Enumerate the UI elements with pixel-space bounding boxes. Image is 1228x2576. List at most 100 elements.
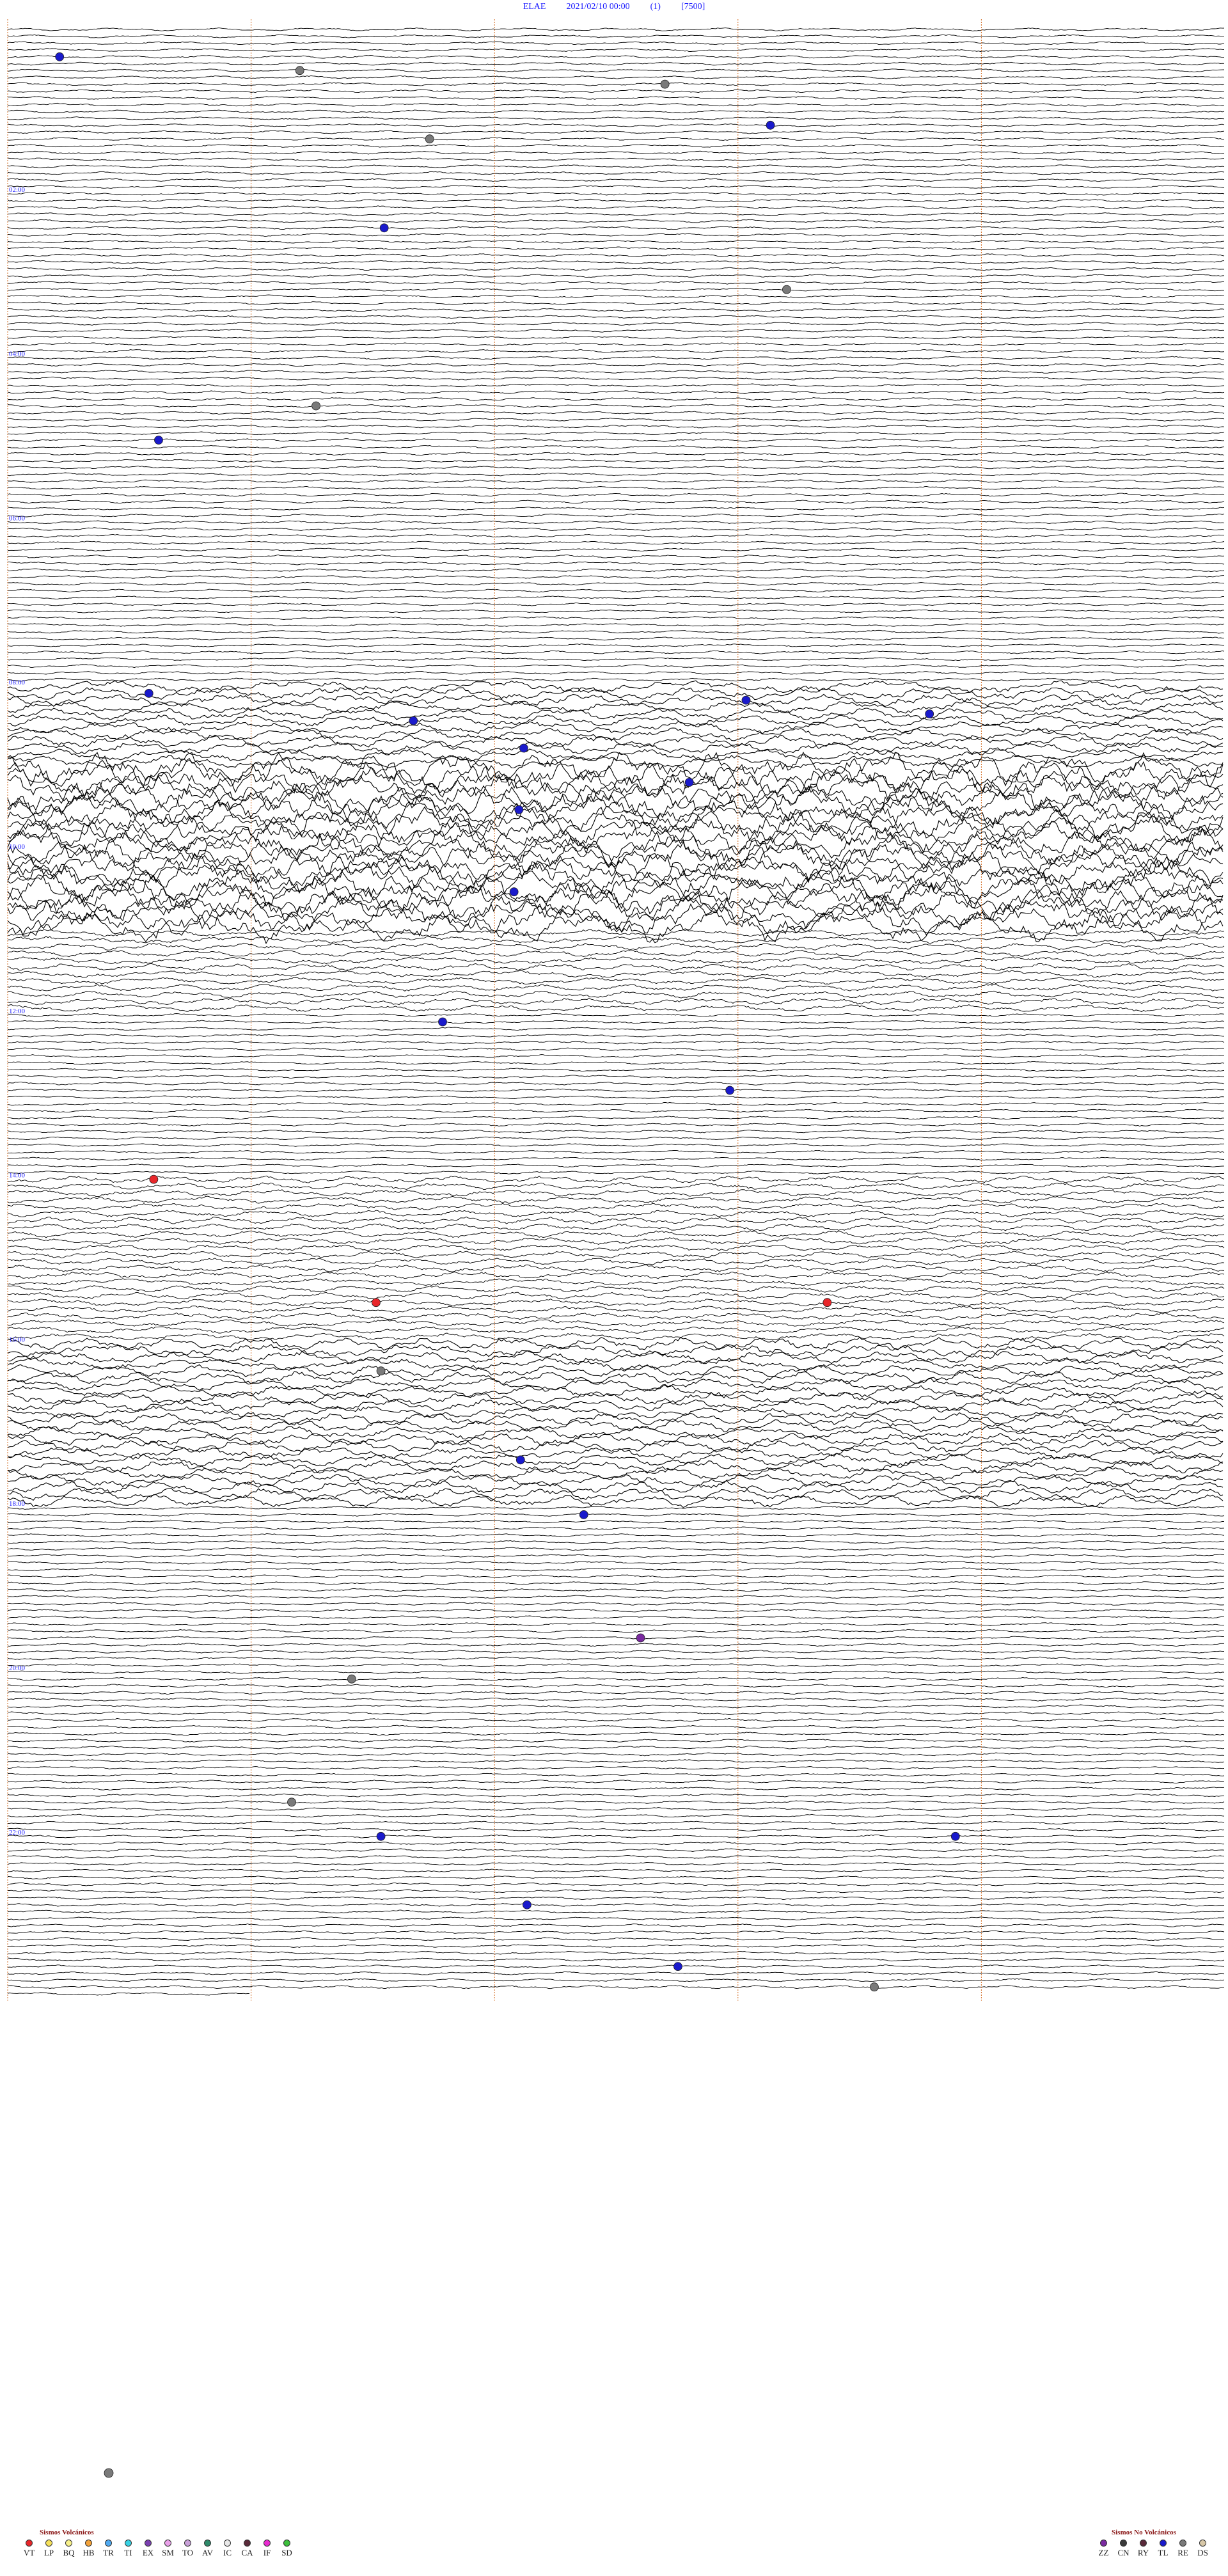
legend-swatch xyxy=(1140,2540,1147,2547)
volcanic-legend: VT LP BQ HB TR TI EX SM TO AV IC CA IF SD xyxy=(19,2540,297,2558)
seismic-trace xyxy=(7,1439,1224,1453)
seismic-trace xyxy=(7,1930,1225,1934)
seismic-trace xyxy=(7,116,1225,121)
seismic-trace xyxy=(7,1264,1225,1272)
legend-item: AV xyxy=(198,2540,217,2558)
seismic-trace xyxy=(7,328,1224,333)
seismic-trace xyxy=(7,1054,1225,1058)
legend-item: TI xyxy=(118,2540,138,2558)
volcanic-legend-title: Sismos Volcánicos xyxy=(40,2529,94,2536)
seismic-trace xyxy=(7,1533,1225,1537)
seismic-trace xyxy=(7,1013,1225,1017)
seismic-trace xyxy=(8,1950,1225,1955)
seismic-trace xyxy=(7,1780,1225,1784)
seismic-trace xyxy=(7,301,1225,305)
seismic-trace xyxy=(7,1916,1225,1921)
seismic-trace xyxy=(7,755,1224,769)
seismic-trace xyxy=(7,741,1224,755)
seismic-trace xyxy=(7,990,1225,999)
seismic-trace xyxy=(7,212,1225,216)
seismic-trace xyxy=(7,472,1225,477)
seismic-trace xyxy=(7,1629,1225,1633)
seismic-trace xyxy=(7,198,1225,203)
seismic-trace xyxy=(7,650,1225,654)
seismic-trace xyxy=(7,629,1225,634)
seismic-trace xyxy=(7,513,1225,518)
legend-swatch xyxy=(1100,2540,1107,2547)
legend-swatch xyxy=(45,2540,52,2547)
seismic-trace xyxy=(7,287,1225,292)
seismic-trace xyxy=(7,561,1225,565)
hour-label: 04:00 xyxy=(9,351,26,358)
seismic-trace xyxy=(7,680,1224,693)
event-marker xyxy=(379,223,389,233)
seismic-trace xyxy=(7,486,1225,490)
seismic-trace xyxy=(7,143,1224,148)
seismic-trace xyxy=(7,178,1225,182)
event-marker xyxy=(870,1982,879,1992)
seismic-trace xyxy=(7,609,1225,613)
seismic-trace xyxy=(7,1602,1225,1606)
seismic-trace xyxy=(7,370,1225,374)
legend-swatch xyxy=(244,2540,251,2547)
seismic-trace xyxy=(7,1807,1225,1811)
seismic-trace xyxy=(7,1896,1225,1900)
seismic-trace xyxy=(7,1136,1225,1141)
legend-swatch xyxy=(283,2540,290,2547)
legend-swatch xyxy=(1160,2540,1167,2547)
seismic-trace xyxy=(7,1567,1225,1572)
seismic-trace xyxy=(7,34,1224,38)
seismic-trace xyxy=(7,274,1225,278)
event-marker xyxy=(782,285,791,294)
seismic-trace xyxy=(7,1841,1225,1845)
seismic-trace xyxy=(7,102,1225,107)
legend-item: CN xyxy=(1114,2540,1133,2558)
legend-item: RE xyxy=(1173,2540,1193,2558)
seismic-trace xyxy=(7,185,1225,189)
legend-label: HB xyxy=(83,2548,95,2557)
legend-label: CA xyxy=(241,2548,253,2557)
seismic-trace xyxy=(7,1636,1225,1640)
seismic-trace xyxy=(7,157,1225,162)
seismic-trace xyxy=(7,507,1225,510)
legend-swatch xyxy=(85,2540,92,2547)
seismic-trace xyxy=(7,411,1225,415)
seismic-trace xyxy=(7,1216,1225,1224)
legend-label: RY xyxy=(1137,2548,1149,2557)
seismic-trace xyxy=(7,1663,1225,1668)
seismic-trace xyxy=(7,1412,1224,1426)
seismic-trace xyxy=(7,246,1225,251)
seismic-trace xyxy=(7,1088,1225,1093)
seismic-trace xyxy=(7,253,1225,257)
seismic-trace xyxy=(7,1821,1225,1825)
seismic-trace xyxy=(7,191,1225,196)
event-marker xyxy=(766,120,775,130)
seismic-trace xyxy=(7,833,1224,869)
seismic-trace xyxy=(7,677,1225,682)
seismic-trace xyxy=(7,581,1225,586)
seismic-trace xyxy=(8,1869,1225,1873)
seismic-trace xyxy=(7,664,1225,668)
seismic-trace xyxy=(7,1278,1225,1286)
event-marker xyxy=(636,1633,645,1643)
legend-item: TL xyxy=(1153,2540,1173,2558)
seismic-trace xyxy=(7,1773,1225,1777)
seismic-trace xyxy=(8,205,1225,210)
seismic-trace xyxy=(7,123,1225,127)
legend-swatch xyxy=(105,2540,112,2547)
seismic-trace xyxy=(8,1889,1225,1893)
legend-label: RE xyxy=(1177,2548,1188,2557)
seismic-trace xyxy=(7,657,1225,661)
seismic-trace xyxy=(7,1244,1225,1251)
seismic-trace xyxy=(7,452,1225,456)
seismic-trace xyxy=(7,41,1225,45)
seismic-trace xyxy=(7,1426,1224,1440)
seismic-trace xyxy=(7,1299,1225,1307)
seismic-trace xyxy=(7,349,1225,353)
seismic-trace xyxy=(7,1095,1225,1100)
event-marker xyxy=(823,1298,832,1308)
seismic-trace xyxy=(8,1902,1225,1907)
legend-label: EX xyxy=(142,2548,154,2557)
event-marker xyxy=(295,66,304,75)
seismic-trace xyxy=(7,548,1225,552)
